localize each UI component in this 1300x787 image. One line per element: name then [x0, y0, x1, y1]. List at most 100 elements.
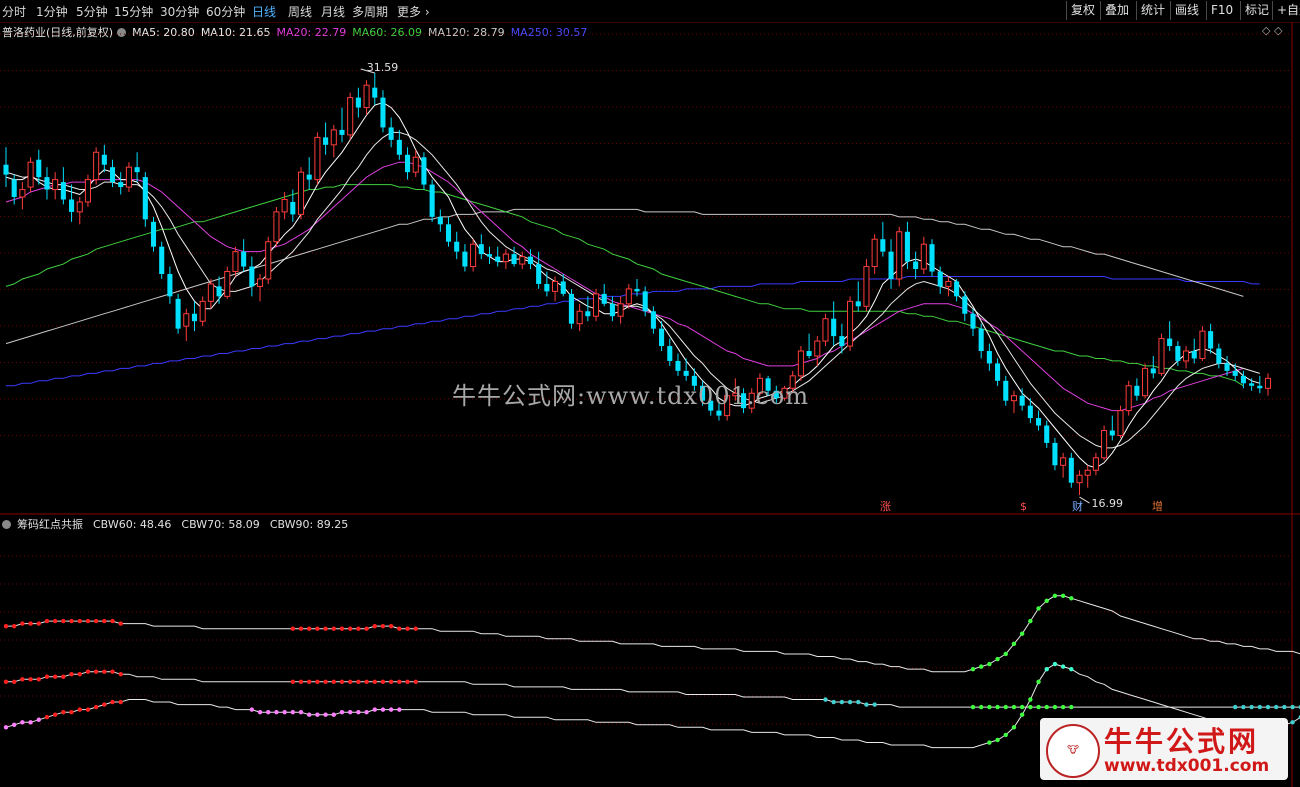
candle-body-up: [265, 241, 272, 280]
resonance-dot: [93, 618, 99, 624]
resonance-dot: [397, 626, 402, 631]
candle-body-down: [650, 311, 656, 329]
resonance-dot: [298, 626, 304, 631]
candle-body-down: [421, 157, 427, 185]
candle-body-up: [1084, 469, 1091, 476]
candle-body-down: [167, 274, 173, 297]
candle-body-up: [199, 300, 206, 322]
candle-body-down: [929, 244, 935, 272]
candle-body-down: [355, 97, 361, 108]
candle-body-down: [159, 246, 165, 274]
resonance-dot: [331, 712, 336, 717]
candle-body-down: [888, 251, 894, 279]
candle-body-down: [904, 231, 910, 262]
candle-body-down: [642, 291, 648, 312]
resonance-dot: [28, 677, 33, 682]
watermark-text: 牛牛公式网:www.tdx001.com: [452, 382, 810, 410]
candle-body-up: [1101, 430, 1108, 459]
resonance-dot: [364, 709, 369, 715]
ma20-line: [5, 161, 1244, 412]
candle-body-down: [675, 360, 681, 371]
candle-body-down: [1249, 383, 1255, 386]
candle-body-up: [314, 136, 321, 181]
resonance-dot: [405, 679, 410, 684]
resonance-dot: [1028, 697, 1033, 702]
resonance-dot: [28, 621, 33, 626]
candle-body-up: [625, 288, 632, 305]
resonance-dot: [372, 679, 377, 684]
candle-body-up: [896, 231, 903, 280]
resonance-dot: [347, 679, 353, 684]
candle-body-down: [831, 318, 837, 337]
candle-body-up: [76, 201, 83, 213]
resonance-dot: [372, 623, 377, 629]
resonance-dot: [315, 626, 320, 631]
candle-body-down: [44, 177, 50, 190]
resonance-dot: [356, 709, 361, 715]
site-logo: 🐮 牛牛公式网 www.tdx001.com: [1040, 718, 1288, 780]
resonance-dot: [1233, 704, 1238, 710]
resonance-dot: [315, 679, 320, 684]
resonance-dot: [1257, 704, 1263, 710]
resonance-dot: [85, 707, 91, 712]
candle-body-up: [27, 161, 34, 188]
candle-body-down: [585, 311, 591, 317]
candle-body-up: [1060, 457, 1067, 466]
resonance-dot: [1044, 598, 1049, 604]
resonance-dot: [77, 672, 82, 677]
resonance-dot: [872, 702, 877, 707]
candle-body-up: [552, 280, 559, 292]
resonance-dot: [405, 626, 410, 631]
candle-body-down: [323, 137, 329, 145]
candle-body-down: [659, 328, 665, 347]
candle-body-up: [1076, 474, 1083, 484]
candle-body-down: [667, 346, 673, 361]
resonance-dot: [52, 674, 58, 679]
resonance-dot: [1273, 704, 1279, 710]
resonance-dot: [347, 709, 353, 715]
candle-body-down: [1044, 425, 1050, 443]
candle-body-down: [855, 301, 861, 307]
candle-body-down: [1068, 457, 1074, 483]
resonance-dot: [1019, 704, 1025, 710]
resonance-dot: [339, 626, 345, 631]
candle-body-up: [797, 350, 804, 377]
candle-body-up: [814, 340, 821, 357]
resonance-dot: [36, 677, 41, 682]
resonance-dot: [44, 618, 50, 624]
resonance-dot: [102, 702, 107, 707]
candle-body-up: [363, 84, 370, 109]
resonance-dot: [282, 709, 287, 715]
resonance-dot: [380, 679, 386, 684]
resonance-dot: [274, 709, 279, 715]
resonance-dot: [20, 720, 25, 725]
resonance-dot: [290, 679, 296, 684]
resonance-dot: [339, 709, 345, 715]
candle-body-up: [207, 283, 214, 302]
resonance-dot: [298, 679, 304, 684]
resonance-dot: [290, 709, 296, 715]
resonance-dot: [298, 709, 304, 715]
candle-body-down: [913, 261, 919, 270]
candle-body-up: [224, 271, 231, 297]
resonance-dot: [380, 623, 386, 629]
candle-body-down: [536, 264, 542, 284]
resonance-dot: [978, 664, 984, 669]
candle-body-up: [617, 303, 624, 317]
resonance-dot: [11, 679, 17, 684]
candle-body-down: [560, 281, 566, 294]
resonance-dot: [323, 679, 328, 684]
resonance-dot: [413, 626, 418, 631]
candle-body-down: [1257, 385, 1263, 389]
candle-body-down: [380, 97, 386, 128]
resonance-dot: [44, 674, 50, 679]
candle-body-down: [1216, 348, 1222, 364]
resonance-dot: [3, 679, 9, 684]
resonance-dot: [20, 677, 25, 682]
candle-body-down: [511, 254, 517, 265]
candle-body-up: [576, 310, 583, 325]
resonance-dot: [1036, 704, 1041, 710]
resonance-dot: [364, 626, 369, 631]
candle-body-up: [863, 266, 870, 307]
resonance-dot: [1003, 732, 1008, 738]
